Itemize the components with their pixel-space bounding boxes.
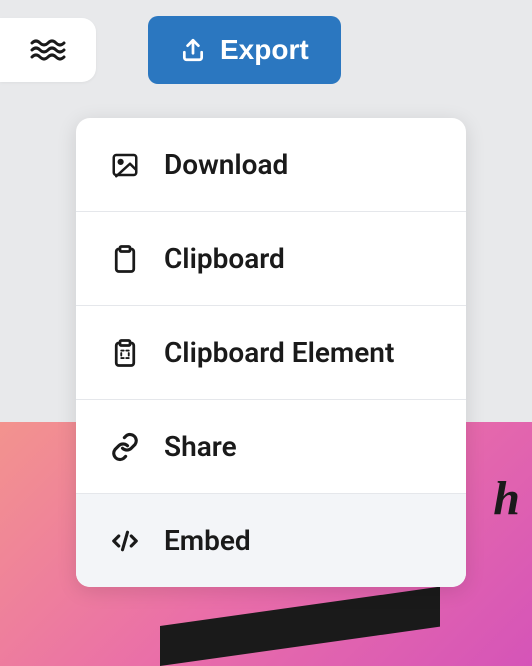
link-icon	[110, 432, 140, 462]
menu-item-share[interactable]: Share	[76, 400, 466, 494]
top-bar: Export	[0, 0, 532, 100]
image-icon	[110, 150, 140, 180]
menu-item-embed[interactable]: Embed	[76, 494, 466, 587]
export-dropdown-menu: Download Clipboard Clipboard Element Sha…	[76, 118, 466, 587]
menu-item-label: Clipboard	[164, 242, 285, 275]
menu-item-label: Clipboard Element	[164, 336, 394, 369]
wave-icon	[30, 38, 68, 62]
menu-item-label: Embed	[164, 524, 251, 557]
clipboard-element-icon	[110, 338, 140, 368]
wave-button[interactable]	[0, 18, 96, 82]
menu-item-clipboard-element[interactable]: Clipboard Element	[76, 306, 466, 400]
menu-item-download[interactable]: Download	[76, 118, 466, 212]
code-icon	[110, 526, 140, 556]
clipboard-icon	[110, 244, 140, 274]
menu-item-label: Download	[164, 148, 288, 181]
menu-item-label: Share	[164, 430, 237, 463]
background-text: h	[493, 471, 520, 526]
export-button-label: Export	[220, 34, 309, 66]
menu-item-clipboard[interactable]: Clipboard	[76, 212, 466, 306]
export-button[interactable]: Export	[148, 16, 341, 84]
export-icon	[180, 37, 206, 63]
background-dark-shape	[160, 587, 440, 666]
